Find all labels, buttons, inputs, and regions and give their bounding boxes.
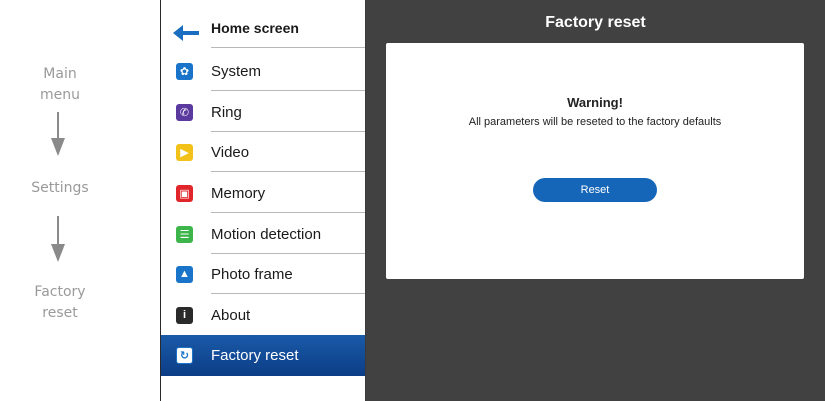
guide-arrow-down-icon: [51, 216, 65, 264]
home-screen-label: Home screen: [211, 20, 299, 36]
memory-icon: ▣: [176, 184, 193, 202]
home-screen-button[interactable]: Home screen: [161, 8, 365, 48]
guide-step-settings: Settings: [0, 178, 120, 199]
warning-panel: Warning! All parameters will be reseted …: [386, 43, 804, 279]
warning-text: All parameters will be reseted to the fa…: [468, 116, 722, 128]
back-arrow-icon: [173, 25, 199, 41]
guide-arrow-down-icon: [51, 112, 65, 158]
guide-step-main-menu: Main menu: [0, 64, 120, 106]
reset-icon: ↻: [176, 347, 193, 364]
guide-step-factory-reset: Factory reset: [0, 282, 120, 324]
warning-title: Warning!: [567, 95, 623, 110]
menu-item-photo-frame[interactable]: ▲ Photo frame: [161, 254, 365, 294]
menu-item-system[interactable]: ✿ System: [161, 51, 365, 91]
menu-item-label: Ring: [211, 103, 242, 121]
menu-item-about[interactable]: i About: [161, 295, 365, 335]
menu-item-memory[interactable]: ▣ Memory: [161, 173, 365, 213]
menu-item-factory-reset[interactable]: ↻ Factory reset: [161, 335, 365, 376]
menu-item-label: Motion detection: [211, 225, 322, 243]
navigation-guide: Main menu Settings Factory reset: [0, 0, 160, 401]
photo-icon: ▲: [176, 265, 193, 283]
menu-item-motion-detection[interactable]: ☰ Motion detection: [161, 214, 365, 254]
gear-icon: ✿: [176, 62, 193, 80]
device-screen: Home screen ✿ System ✆ Ring ▶ Video ▣ Me…: [160, 0, 825, 401]
play-icon: ▶: [176, 143, 193, 161]
menu-item-label: About: [211, 306, 251, 324]
motion-icon: ☰: [176, 225, 193, 243]
guide-step-label: Factory reset: [34, 284, 86, 321]
info-icon: i: [176, 306, 193, 324]
reset-button[interactable]: Reset: [533, 178, 657, 202]
menu-item-label: Memory: [211, 184, 266, 202]
menu-item-ring[interactable]: ✆ Ring: [161, 92, 365, 132]
content-area: Factory reset Warning! All parameters wi…: [366, 0, 825, 401]
settings-menu: Home screen ✿ System ✆ Ring ▶ Video ▣ Me…: [161, 0, 366, 401]
phone-icon: ✆: [176, 103, 193, 121]
menu-item-label: Factory reset: [211, 347, 299, 364]
guide-step-label: Main menu: [40, 66, 80, 103]
menu-item-label: Video: [211, 143, 250, 161]
menu-item-label: System: [211, 62, 262, 80]
guide-step-label: Settings: [31, 180, 89, 196]
page-title: Factory reset: [545, 14, 646, 31]
menu-item-video[interactable]: ▶ Video: [161, 132, 365, 172]
menu-item-label: Photo frame: [211, 265, 293, 283]
